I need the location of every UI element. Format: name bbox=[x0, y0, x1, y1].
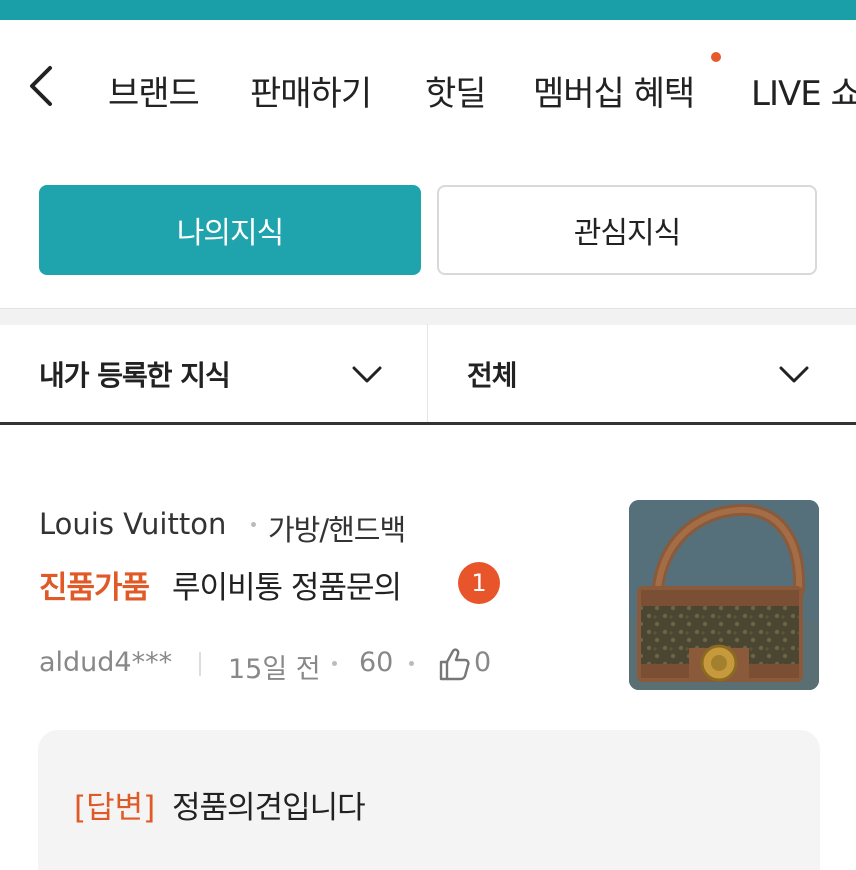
post-views: 60 bbox=[359, 647, 394, 678]
nav-item-membership[interactable]: 멤버십 혜택 bbox=[533, 66, 695, 115]
thumbs-up-icon[interactable] bbox=[438, 647, 470, 681]
tab-interest-knowledge[interactable]: 관심지식 bbox=[437, 185, 817, 275]
filter-label: 내가 등록한 지식 bbox=[39, 359, 231, 392]
filter-dropdown-registered[interactable]: 내가 등록한 지식 bbox=[0, 324, 428, 424]
filter-underline bbox=[0, 422, 856, 425]
separator-dot bbox=[251, 522, 256, 527]
answer-count-badge: 1 bbox=[458, 562, 500, 604]
notification-dot bbox=[711, 52, 721, 62]
section-divider bbox=[0, 308, 856, 325]
nav-item-sell[interactable]: 판매하기 bbox=[250, 66, 372, 115]
filter-label: 전체 bbox=[467, 359, 518, 392]
post-thumbnail-image[interactable] bbox=[629, 500, 819, 690]
nav-item-live[interactable]: LIVE 쇼 bbox=[751, 66, 856, 115]
separator-dot bbox=[409, 661, 414, 666]
post-brand: Louis Vuitton bbox=[39, 507, 227, 541]
filter-dropdown-all[interactable]: 전체 bbox=[429, 324, 856, 424]
chevron-down-icon bbox=[779, 366, 809, 383]
post-likes: 0 bbox=[474, 647, 492, 678]
nav-item-hotdeal[interactable]: 핫딜 bbox=[425, 66, 487, 115]
post-author: aldud4*** bbox=[39, 647, 173, 678]
post-title: 루이비통 정품문의 bbox=[172, 570, 402, 606]
separator-dot bbox=[332, 661, 337, 666]
chevron-down-icon bbox=[352, 366, 382, 383]
answer-text: 정품의견입니다 bbox=[172, 790, 366, 826]
post-category: 가방/핸드백 bbox=[268, 513, 406, 547]
nav-item-brand[interactable]: 브랜드 bbox=[108, 66, 200, 115]
post-tag: 진품가품 bbox=[39, 570, 150, 606]
meta-divider bbox=[199, 652, 201, 676]
status-bar bbox=[0, 0, 856, 20]
back-arrow-icon[interactable] bbox=[26, 64, 60, 108]
answer-preview-box[interactable] bbox=[38, 730, 820, 870]
post-time: 15일 전 bbox=[228, 654, 321, 685]
tab-my-knowledge[interactable]: 나의지식 bbox=[39, 185, 421, 275]
top-navigation: 브랜드 판매하기 핫딜 멤버십 혜택 LIVE 쇼 bbox=[0, 20, 856, 150]
answer-tag: [답변] bbox=[74, 790, 156, 826]
